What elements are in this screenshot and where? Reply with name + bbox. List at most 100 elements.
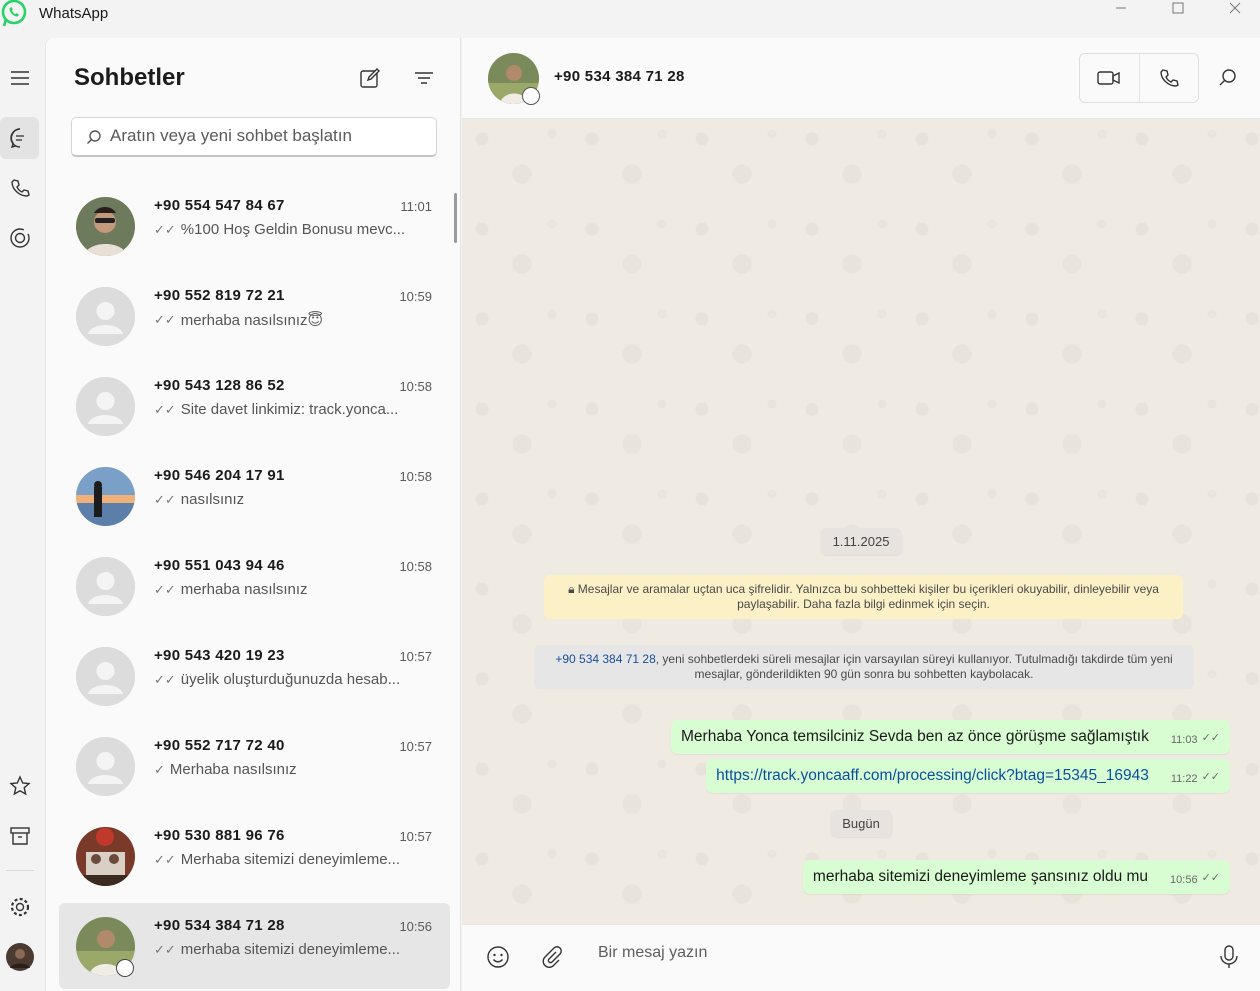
chat-list-item[interactable]: +90 552 717 72 40 10:57 ✓ Merhaba nasılsını… (59, 723, 450, 809)
disappearing-timer-icon (116, 959, 134, 977)
chat-name: +90 551 043 94 46 (154, 557, 285, 574)
chat-name: +90 530 881 96 76 (154, 827, 285, 844)
microphone-icon[interactable] (1215, 943, 1243, 971)
chat-avatar (76, 467, 135, 526)
chat-time: 10:58 (399, 469, 432, 484)
chat-preview: ✓✓ Merhaba sitemizi deneyimleme... (154, 851, 429, 868)
chat-list-item[interactable]: +90 543 420 19 23 10:57 ✓✓ üyelik oluşturdu… (59, 633, 450, 719)
starred-icon[interactable] (0, 765, 39, 807)
chat-preview-text: merhaba nasılsınız (180, 581, 308, 598)
outgoing-message[interactable]: Merhaba Yonca temsilciniz Sevda ben az ö… (671, 720, 1230, 754)
nav-rail (0, 38, 44, 991)
read-ticks-icon: ✓✓ (1201, 732, 1220, 744)
message-text: merhaba sitemizi deneyimleme şansınız ol… (812, 868, 1149, 885)
read-ticks-icon: ✓✓ (154, 851, 176, 867)
date-separator: Bugün (830, 810, 892, 837)
chat-list-item[interactable]: +90 551 043 94 46 10:58 ✓✓ merhaba nasılsın… (59, 543, 450, 629)
contact-link[interactable]: +90 534 384 71 28 (555, 652, 655, 666)
new-chat-icon[interactable] (358, 66, 382, 90)
chat-preview-text: %100 Hoş Geldin Bonusu mevc... (180, 221, 406, 238)
read-ticks-icon: ✓✓ (1201, 771, 1220, 783)
read-ticks-icon: ✓✓ (154, 581, 176, 597)
outgoing-message[interactable]: https://track.yoncaaff.com/processing/cl… (706, 759, 1230, 793)
chat-preview: ✓✓ merhaba sitemizi deneyimleme... (154, 941, 429, 958)
date-separator: 1.11.2025 (820, 528, 902, 555)
chat-list-item[interactable]: +90 554 547 84 67 11:01 ✓✓ %100 Hoş Geldin … (59, 183, 450, 269)
chat-preview-text: Site davet linkimiz: track.yonca... (180, 401, 399, 418)
message-time: 11:03 (1170, 734, 1198, 746)
read-ticks-icon: ✓ (154, 761, 165, 777)
encryption-notice[interactable]: 🔒︎ Mesajlar ve aramalar uçtan uca şifrel… (544, 575, 1183, 619)
rail-divider (6, 870, 34, 871)
chat-time: 10:56 (399, 919, 432, 934)
message-time: 10:56 (1170, 874, 1198, 886)
chat-preview: ✓✓ merhaba nasılsınız😇 (154, 311, 429, 329)
chat-avatar (76, 557, 135, 616)
chat-preview-text: Merhaba sitemizi deneyimleme... (180, 851, 401, 868)
chat-preview-text: nasılsınız (180, 491, 245, 508)
message-area[interactable]: 1.11.2025 🔒︎ Mesajlar ve aramalar uçtan … (462, 119, 1260, 924)
lock-icon: 🔒︎ (568, 582, 578, 596)
chat-name: +90 534 384 71 28 (154, 917, 285, 934)
read-ticks-icon: ✓✓ (154, 941, 176, 957)
whatsapp-logo-icon (0, 0, 28, 28)
chat-name: +90 552 717 72 40 (154, 737, 285, 754)
message-link[interactable]: https://track.yoncaaff.com/processing/cl… (716, 767, 1149, 784)
settings-icon[interactable] (0, 886, 39, 928)
chat-name: +90 552 819 72 21 (154, 287, 285, 304)
chat-time: 10:58 (399, 379, 432, 394)
read-ticks-icon: ✓✓ (154, 401, 176, 417)
menu-icon[interactable] (0, 57, 39, 99)
chat-name: +90 554 547 84 67 (154, 197, 285, 214)
chat-preview: ✓✓ Site davet linkimiz: track.yonca... (154, 401, 429, 418)
chat-preview-text: Merhaba nasılsınız (169, 761, 297, 778)
chat-avatar (76, 737, 135, 796)
chat-preview: ✓ Merhaba nasılsınız (154, 761, 429, 778)
list-scrollbar[interactable] (454, 193, 457, 243)
calls-icon[interactable] (0, 167, 39, 209)
archive-icon[interactable] (0, 815, 39, 857)
search-input[interactable] (110, 126, 430, 146)
chat-time: 10:58 (399, 559, 432, 574)
voice-call-icon[interactable] (1138, 54, 1198, 102)
close-icon[interactable] (1212, 0, 1258, 16)
chat-avatar (76, 647, 135, 706)
call-buttons (1079, 53, 1199, 103)
read-ticks-icon: ✓✓ (154, 491, 176, 507)
attach-icon[interactable] (538, 943, 566, 971)
chat-preview: ✓✓ nasılsınız (154, 491, 429, 508)
profile-avatar[interactable] (0, 936, 39, 978)
message-input[interactable] (598, 944, 1188, 962)
chat-preview-text: üyelik oluşturduğunuzda hesab... (180, 671, 401, 688)
chat-list-item[interactable]: +90 552 819 72 21 10:59 ✓✓ merhaba nasılsın… (59, 273, 450, 359)
disappearing-timer-icon (522, 87, 540, 105)
chat-avatar (76, 287, 135, 346)
message-time: 11:22 (1170, 773, 1198, 785)
emoji-icon[interactable] (484, 943, 512, 971)
disappearing-notice[interactable]: +90 534 384 71 28, yeni sohbetlerdeki sü… (534, 645, 1194, 689)
search-box[interactable] (71, 117, 437, 157)
chat-name: +90 546 204 17 91 (154, 467, 285, 484)
chat-preview-text: merhaba sitemizi deneyimleme... (180, 941, 401, 958)
title-bar: WhatsApp (0, 0, 1260, 38)
maximize-icon[interactable] (1155, 0, 1201, 16)
chat-list-item[interactable]: +90 534 384 71 28 10:56 ✓✓ merhaba sitemizi… (59, 903, 450, 989)
read-ticks-icon: ✓✓ (1201, 872, 1220, 884)
chats-icon[interactable] (0, 117, 39, 159)
outgoing-message[interactable]: merhaba sitemizi deneyimleme şansınız ol… (802, 860, 1230, 894)
filter-icon[interactable] (412, 66, 436, 90)
contact-name[interactable]: +90 534 384 71 28 (554, 68, 685, 85)
conversation-panel: +90 534 384 71 28 1.11.2025 🔒︎ Mesajlar … (462, 38, 1260, 991)
status-icon[interactable] (0, 217, 39, 259)
chat-list-item[interactable]: +90 543 128 86 52 10:58 ✓✓ Site davet linki… (59, 363, 450, 449)
chat-name: +90 543 128 86 52 (154, 377, 285, 394)
chat-list-item[interactable]: +90 546 204 17 91 10:58 ✓✓ nasılsınız (59, 453, 450, 539)
chat-list-item[interactable]: +90 530 881 96 76 10:57 ✓✓ Merhaba sitemizi… (59, 813, 450, 899)
video-call-icon[interactable] (1080, 54, 1139, 102)
chat-name: +90 543 420 19 23 (154, 647, 285, 664)
minimize-icon[interactable] (1098, 0, 1144, 16)
chat-avatar (76, 377, 135, 436)
search-messages-icon[interactable] (1218, 68, 1240, 90)
conversation-header[interactable]: +90 534 384 71 28 (462, 38, 1260, 119)
disappearing-text: , yeni sohbetlerdeki süreli mesajlar içi… (655, 652, 1173, 681)
